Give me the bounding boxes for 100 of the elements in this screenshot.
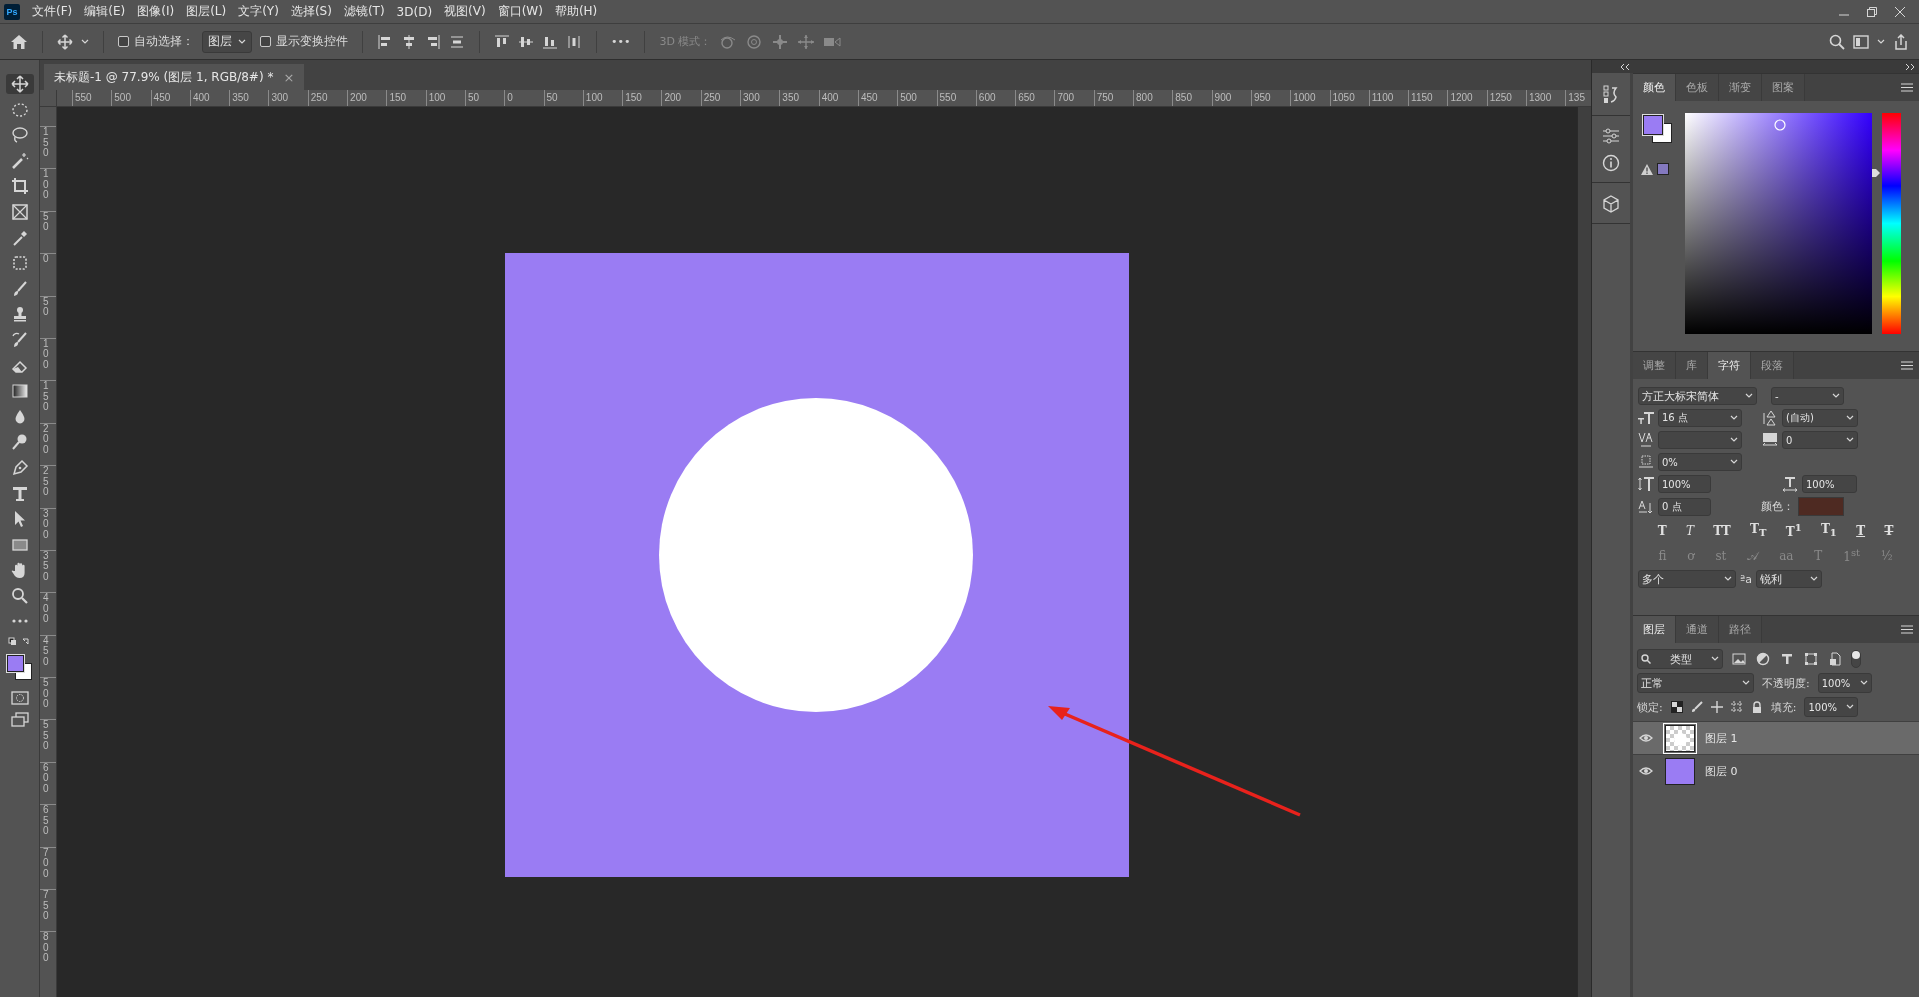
quick-mask-icon[interactable] [9,690,30,707]
adjustment-filter-icon[interactable] [1755,651,1771,667]
tracking-field[interactable]: 0 [1782,431,1858,449]
shape-filter-icon[interactable] [1803,651,1819,667]
expand-icon[interactable] [1905,62,1915,71]
share-icon[interactable] [1893,33,1909,50]
fill-field[interactable]: 100% [1804,697,1859,717]
type-style-button[interactable]: T$_{T}$ [1748,522,1769,539]
panel-menu-icon[interactable] [1901,361,1913,370]
horizontal-scale-field[interactable]: 100% [1802,475,1857,493]
panel-tab[interactable]: 颜色 [1633,74,1676,101]
lock-position-icon[interactable] [1710,701,1723,713]
scrollbar-track[interactable] [1577,107,1591,997]
history-icon[interactable] [1602,85,1620,105]
ruler-label: 1150 [1410,92,1433,104]
screen-mode-icon[interactable] [9,711,30,728]
language-select[interactable]: 多个 [1638,570,1736,588]
menu-item[interactable]: 图像(I) [131,3,181,20]
layer-select[interactable]: 图层 [202,30,252,53]
font-family-select[interactable]: 方正大标宋简体 [1638,387,1757,405]
align-right-icon[interactable] [425,33,441,50]
panel-menu-icon[interactable] [1901,83,1913,92]
info-icon[interactable] [1602,154,1620,172]
menu-item[interactable]: 视图(V) [438,3,492,20]
color-label: 颜色： [1761,499,1794,514]
menu-item[interactable]: 3D(D) [390,4,439,19]
eye-icon[interactable] [1639,766,1653,776]
menu-item[interactable]: 文件(F) [26,3,79,20]
color-field[interactable] [1685,113,1872,334]
kerning-field[interactable] [1658,431,1742,449]
checkbox[interactable]: 显示变换控件 [260,33,348,50]
document-tab[interactable]: 未标题-1 @ 77.9% (图层 1, RGB/8#) * × [44,64,305,90]
menu-item[interactable]: 编辑(E) [78,3,132,20]
ruler-label: 550 [74,92,92,104]
menu-item[interactable]: 选择(S) [284,3,338,20]
restore-icon[interactable] [1867,6,1877,17]
lock-all-icon[interactable] [1750,701,1763,713]
workspace-icon[interactable] [1853,34,1869,49]
vertical-scale-field[interactable]: 100% [1658,475,1711,493]
close-tab-button[interactable]: × [283,69,295,85]
home-icon[interactable] [10,33,28,50]
layer-filter-select[interactable]: 类型 [1637,649,1723,669]
type-style-button[interactable]: T [1683,522,1696,539]
type-filter-icon[interactable] [1779,651,1795,667]
ruler-label: 800 [1135,92,1153,104]
lock-transparency-icon[interactable] [1670,701,1683,713]
menu-item[interactable]: 滤镜(T) [337,3,391,20]
roll-3d-icon [745,33,764,50]
ruler-label: 300 [270,92,289,104]
search-icon[interactable] [1829,33,1845,50]
panel-menu-icon[interactable] [1901,625,1913,634]
smart-object-filter-icon[interactable] [1827,651,1843,667]
type-style-button[interactable]: T$^{1}$ [1783,522,1804,539]
antialias-select[interactable]: 锐利 [1755,570,1822,588]
close-icon[interactable] [1895,6,1905,17]
text-color-swatch[interactable] [1798,497,1844,516]
lock-pixels-icon[interactable] [1690,701,1703,713]
image-filter-icon[interactable] [1731,651,1747,667]
distribute-horizontal-icon[interactable] [566,33,582,50]
layer-row[interactable]: 图层 1 [1633,721,1919,754]
type-style-button[interactable]: T [1882,522,1896,539]
caret-icon [1877,38,1885,45]
panel-tab[interactable]: 图层 [1633,616,1676,643]
tsume-field[interactable]: 0% [1658,453,1742,471]
collapse-icon[interactable] [1620,62,1630,71]
layer-row[interactable]: 图层 0 [1633,754,1919,787]
lock-artboard-icon[interactable] [1730,701,1743,713]
menu-item[interactable]: 文字(Y) [232,3,285,20]
gamut-swatch[interactable] [1657,163,1669,175]
blend-mode-select[interactable]: 正常 [1637,673,1754,693]
font-style-select[interactable]: - [1771,387,1844,405]
filter-toggle-icon[interactable] [1851,650,1861,668]
align-left-icon[interactable] [377,33,393,50]
font-size-field[interactable]: 16 点 [1658,409,1742,427]
adjustments-icon[interactable] [1602,128,1620,144]
move-tool-icon[interactable] [57,33,73,50]
align-center-icon[interactable] [401,33,417,50]
menu-item[interactable]: 图层(L) [180,3,233,20]
distribute-vertical-icon[interactable] [449,33,465,50]
type-style-button[interactable]: T [1655,522,1669,539]
type-style-button[interactable]: T$_{1}$ [1818,522,1839,539]
type-style-button[interactable]: TT [1711,522,1733,539]
ruler-label: 50 [43,211,50,233]
ruler-label: 700 [1056,92,1075,104]
menu-item[interactable]: 窗口(W) [491,3,549,20]
eye-icon[interactable] [1639,733,1653,743]
crop-icon [9,176,30,197]
cube-icon[interactable] [1602,195,1620,213]
checkbox[interactable]: 自动选择： [118,33,194,50]
align-top-icon[interactable] [494,33,510,50]
menu-item[interactable]: 帮助(H) [548,3,604,20]
caret-icon [81,38,89,45]
color-swatches[interactable] [1641,113,1673,145]
leading-field[interactable]: (自动) [1782,409,1858,427]
opacity-field[interactable]: 100% [1817,673,1872,693]
panel-tab[interactable]: 字符 [1708,352,1751,379]
tool-button[interactable] [5,74,34,94]
baseline-shift-field[interactable]: 0 点 [1658,497,1711,516]
more-options[interactable]: ••• [611,35,631,48]
type-style-button[interactable]: T [1854,522,1868,539]
